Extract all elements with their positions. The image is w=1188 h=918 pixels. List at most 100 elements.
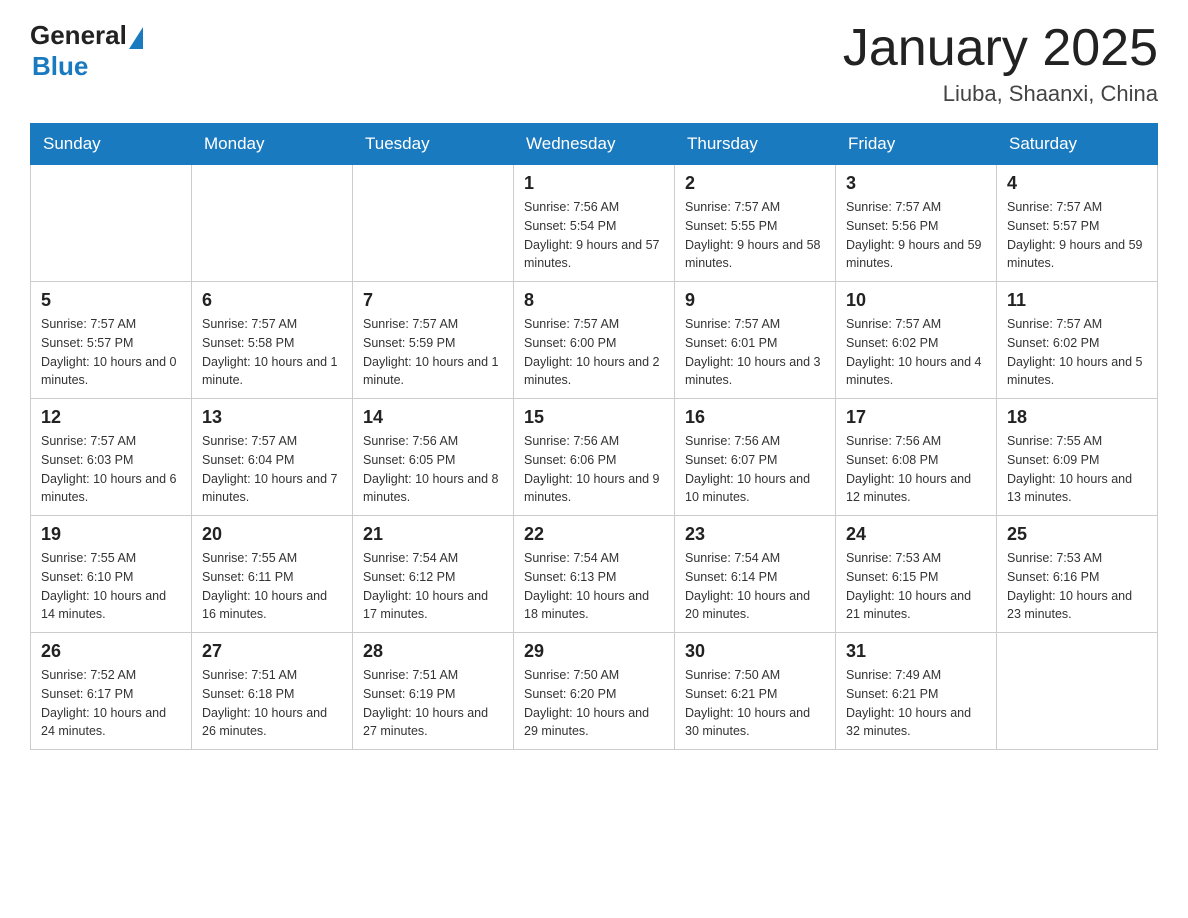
day-number: 13 [202,407,342,428]
day-info: Sunrise: 7:50 AM Sunset: 6:20 PM Dayligh… [524,666,664,741]
day-number: 23 [685,524,825,545]
day-info: Sunrise: 7:56 AM Sunset: 6:08 PM Dayligh… [846,432,986,507]
calendar-cell: 25 Sunrise: 7:53 AM Sunset: 6:16 PM Dayli… [997,516,1158,633]
day-number: 2 [685,173,825,194]
calendar-cell: 10 Sunrise: 7:57 AM Sunset: 6:02 PM Dayli… [836,282,997,399]
day-header-friday: Friday [836,124,997,165]
calendar-cell: 22Sunrise: 7:54 AM Sunset: 6:13 PM Dayli… [514,516,675,633]
page-header: General Blue January 2025 Liuba, Shaanxi… [30,20,1158,107]
day-header-tuesday: Tuesday [353,124,514,165]
calendar-cell: 17 Sunrise: 7:56 AM Sunset: 6:08 PM Dayli… [836,399,997,516]
day-info: Sunrise: 7:50 AM Sunset: 6:21 PM Dayligh… [685,666,825,741]
calendar-cell: 11 Sunrise: 7:57 AM Sunset: 6:02 PM Dayli… [997,282,1158,399]
calendar-cell: 28 Sunrise: 7:51 AM Sunset: 6:19 PM Dayli… [353,633,514,750]
calendar-cell: 12Sunrise: 7:57 AM Sunset: 6:03 PM Dayli… [31,399,192,516]
calendar-cell: 16 Sunrise: 7:56 AM Sunset: 6:07 PM Dayli… [675,399,836,516]
day-info: Sunrise: 7:57 AM Sunset: 5:56 PM Dayligh… [846,198,986,273]
calendar-cell: 20 Sunrise: 7:55 AM Sunset: 6:11 PM Dayli… [192,516,353,633]
day-number: 28 [363,641,503,662]
day-number: 3 [846,173,986,194]
day-number: 20 [202,524,342,545]
day-info: Sunrise: 7:51 AM Sunset: 6:19 PM Dayligh… [363,666,503,741]
day-info: Sunrise: 7:57 AM Sunset: 5:57 PM Dayligh… [41,315,181,390]
calendar-cell: 2 Sunrise: 7:57 AM Sunset: 5:55 PM Daylig… [675,165,836,282]
day-info: Sunrise: 7:56 AM Sunset: 6:07 PM Dayligh… [685,432,825,507]
logo-general-text: General [30,20,127,51]
day-number: 18 [1007,407,1147,428]
calendar-cell: 8Sunrise: 7:57 AM Sunset: 6:00 PM Daylig… [514,282,675,399]
day-number: 15 [524,407,664,428]
calendar-subtitle: Liuba, Shaanxi, China [843,81,1158,107]
day-number: 19 [41,524,181,545]
calendar-cell: 13 Sunrise: 7:57 AM Sunset: 6:04 PM Dayli… [192,399,353,516]
day-info: Sunrise: 7:54 AM Sunset: 6:13 PM Dayligh… [524,549,664,624]
day-info: Sunrise: 7:56 AM Sunset: 5:54 PM Dayligh… [524,198,664,273]
calendar-cell: 4Sunrise: 7:57 AM Sunset: 5:57 PM Daylig… [997,165,1158,282]
calendar-cell: 6 Sunrise: 7:57 AM Sunset: 5:58 PM Daylig… [192,282,353,399]
calendar-cell [31,165,192,282]
calendar-title: January 2025 [843,20,1158,77]
logo-triangle-icon [129,27,143,49]
week-row-5: 26Sunrise: 7:52 AM Sunset: 6:17 PM Dayli… [31,633,1158,750]
day-info: Sunrise: 7:55 AM Sunset: 6:09 PM Dayligh… [1007,432,1147,507]
calendar-cell: 15 Sunrise: 7:56 AM Sunset: 6:06 PM Dayli… [514,399,675,516]
day-header-saturday: Saturday [997,124,1158,165]
day-info: Sunrise: 7:57 AM Sunset: 5:58 PM Dayligh… [202,315,342,390]
day-info: Sunrise: 7:57 AM Sunset: 5:55 PM Dayligh… [685,198,825,273]
calendar-cell: 31Sunrise: 7:49 AM Sunset: 6:21 PM Dayli… [836,633,997,750]
calendar-cell: 26Sunrise: 7:52 AM Sunset: 6:17 PM Dayli… [31,633,192,750]
day-info: Sunrise: 7:55 AM Sunset: 6:11 PM Dayligh… [202,549,342,624]
day-number: 9 [685,290,825,311]
day-number: 11 [1007,290,1147,311]
day-info: Sunrise: 7:57 AM Sunset: 6:04 PM Dayligh… [202,432,342,507]
day-info: Sunrise: 7:53 AM Sunset: 6:16 PM Dayligh… [1007,549,1147,624]
day-number: 17 [846,407,986,428]
calendar-cell: 23 Sunrise: 7:54 AM Sunset: 6:14 PM Dayli… [675,516,836,633]
day-number: 21 [363,524,503,545]
calendar-cell: 3 Sunrise: 7:57 AM Sunset: 5:56 PM Daylig… [836,165,997,282]
day-number: 7 [363,290,503,311]
logo: General Blue [30,20,143,82]
day-number: 10 [846,290,986,311]
calendar-cell: 5 Sunrise: 7:57 AM Sunset: 5:57 PM Daylig… [31,282,192,399]
day-number: 30 [685,641,825,662]
logo-blue-text: Blue [32,51,88,82]
day-info: Sunrise: 7:54 AM Sunset: 6:14 PM Dayligh… [685,549,825,624]
day-header-monday: Monday [192,124,353,165]
day-number: 5 [41,290,181,311]
day-number: 25 [1007,524,1147,545]
calendar-cell: 14 Sunrise: 7:56 AM Sunset: 6:05 PM Dayli… [353,399,514,516]
day-header-wednesday: Wednesday [514,124,675,165]
day-number: 29 [524,641,664,662]
days-header-row: SundayMondayTuesdayWednesdayThursdayFrid… [31,124,1158,165]
day-info: Sunrise: 7:57 AM Sunset: 6:01 PM Dayligh… [685,315,825,390]
calendar-cell: 29 Sunrise: 7:50 AM Sunset: 6:20 PM Dayli… [514,633,675,750]
day-number: 12 [41,407,181,428]
calendar-cell: 27 Sunrise: 7:51 AM Sunset: 6:18 PM Dayli… [192,633,353,750]
week-row-2: 5 Sunrise: 7:57 AM Sunset: 5:57 PM Daylig… [31,282,1158,399]
day-number: 16 [685,407,825,428]
day-info: Sunrise: 7:57 AM Sunset: 5:59 PM Dayligh… [363,315,503,390]
calendar-cell: 21 Sunrise: 7:54 AM Sunset: 6:12 PM Dayli… [353,516,514,633]
day-number: 6 [202,290,342,311]
week-row-3: 12Sunrise: 7:57 AM Sunset: 6:03 PM Dayli… [31,399,1158,516]
day-header-thursday: Thursday [675,124,836,165]
calendar-cell: 19Sunrise: 7:55 AM Sunset: 6:10 PM Dayli… [31,516,192,633]
day-header-sunday: Sunday [31,124,192,165]
day-info: Sunrise: 7:56 AM Sunset: 6:05 PM Dayligh… [363,432,503,507]
day-number: 31 [846,641,986,662]
day-info: Sunrise: 7:51 AM Sunset: 6:18 PM Dayligh… [202,666,342,741]
title-section: January 2025 Liuba, Shaanxi, China [843,20,1158,107]
day-info: Sunrise: 7:56 AM Sunset: 6:06 PM Dayligh… [524,432,664,507]
week-row-4: 19Sunrise: 7:55 AM Sunset: 6:10 PM Dayli… [31,516,1158,633]
day-number: 27 [202,641,342,662]
day-info: Sunrise: 7:57 AM Sunset: 6:02 PM Dayligh… [846,315,986,390]
day-number: 14 [363,407,503,428]
day-number: 4 [1007,173,1147,194]
day-info: Sunrise: 7:57 AM Sunset: 6:02 PM Dayligh… [1007,315,1147,390]
day-info: Sunrise: 7:57 AM Sunset: 6:00 PM Dayligh… [524,315,664,390]
calendar-cell [192,165,353,282]
day-info: Sunrise: 7:54 AM Sunset: 6:12 PM Dayligh… [363,549,503,624]
calendar-cell [997,633,1158,750]
week-row-1: 1Sunrise: 7:56 AM Sunset: 5:54 PM Daylig… [31,165,1158,282]
